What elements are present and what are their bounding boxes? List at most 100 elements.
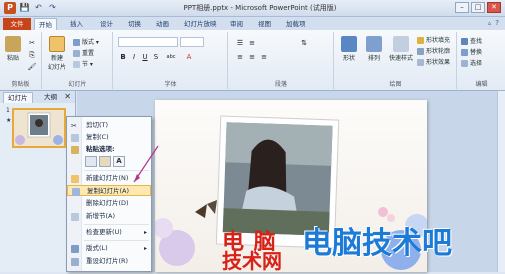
bullets-icon[interactable]: ☰ bbox=[235, 38, 245, 48]
shape-effects-button[interactable]: 形状效果 bbox=[417, 58, 450, 67]
tab-insert[interactable]: 插入 bbox=[66, 18, 87, 30]
paste-keep-theme-icon[interactable] bbox=[85, 156, 97, 167]
undo-icon[interactable]: ↶ bbox=[33, 2, 44, 13]
menu-separator bbox=[84, 224, 149, 225]
menu-item-duplicate-slide[interactable]: 复制幻灯片(A) bbox=[67, 185, 151, 196]
slide-number: 1 bbox=[6, 107, 10, 114]
arrange-icon bbox=[366, 36, 382, 52]
bold-button[interactable]: B bbox=[118, 52, 128, 62]
align-left-icon[interactable]: ≡ bbox=[235, 52, 245, 62]
menu-item-cut[interactable]: ✂ 剪切(T) bbox=[67, 120, 151, 131]
menu-item-copy[interactable]: 复制(C) bbox=[67, 132, 151, 143]
new-slide-label: 新建 幻灯片 bbox=[47, 55, 66, 71]
font-size-input[interactable] bbox=[180, 37, 204, 47]
submenu-arrow-icon: ▸ bbox=[143, 245, 147, 252]
minimize-ribbon-icon[interactable]: ▵ bbox=[488, 19, 492, 27]
vertical-scrollbar[interactable] bbox=[497, 91, 505, 272]
select-label: 选择 bbox=[470, 60, 483, 67]
menu-item-reset-slide[interactable]: 重设幻灯片(R) bbox=[67, 256, 151, 267]
underline-button[interactable]: U bbox=[140, 52, 150, 62]
tab-review[interactable]: 审阅 bbox=[226, 18, 247, 30]
paste-text-only-icon[interactable]: A bbox=[113, 156, 125, 167]
submenu-arrow-icon: ▸ bbox=[143, 229, 147, 236]
shape-effects-icon bbox=[417, 59, 424, 66]
paste-icon bbox=[5, 36, 21, 52]
layout-icon bbox=[73, 39, 80, 46]
menu-item-layout[interactable]: 版式(L) ▸ bbox=[67, 243, 151, 254]
shapes-button[interactable]: 形状 bbox=[338, 36, 360, 62]
tab-home[interactable]: 开始 bbox=[34, 18, 57, 30]
shadow-button[interactable]: S bbox=[151, 52, 161, 62]
quick-access-toolbar: P 💾 ↶ ↷ bbox=[4, 2, 58, 14]
reset-slide-icon bbox=[71, 258, 79, 266]
clipboard-group-label: 剪贴板 bbox=[11, 81, 30, 88]
section-button[interactable]: 节 ▾ bbox=[73, 60, 93, 69]
new-slide-button[interactable]: 新建 幻灯片 bbox=[45, 36, 69, 71]
clipboard-group: 粘贴 ✂ ⎘ 🖌 剪贴板 bbox=[0, 32, 42, 89]
close-button[interactable]: ✕ bbox=[487, 2, 501, 13]
shape-outline-label: 形状轮廓 bbox=[426, 48, 451, 55]
tab-file[interactable]: 文件 bbox=[3, 18, 31, 30]
animation-star-icon: ★ bbox=[6, 117, 12, 124]
menu-item-cut-label: 剪切(T) bbox=[86, 121, 109, 129]
tab-view[interactable]: 视图 bbox=[254, 18, 275, 30]
ribbon-controls: ▵ ? bbox=[488, 19, 499, 27]
menu-item-delete-slide[interactable]: 删除幻灯片(D) bbox=[67, 198, 151, 209]
tab-slides[interactable]: 幻灯片 bbox=[3, 92, 33, 103]
layout-button[interactable]: 版式 ▾ bbox=[73, 38, 99, 47]
drawing-group: 形状 排列 快速样式 形状填充 形状轮廓 形状效果 绘图 bbox=[335, 32, 457, 89]
minimize-button[interactable]: – bbox=[455, 2, 469, 13]
font-color-button[interactable]: A bbox=[184, 52, 194, 62]
align-right-icon[interactable]: ≡ bbox=[259, 52, 269, 62]
menu-item-new-section[interactable]: 新增节(A) bbox=[67, 211, 151, 222]
arrange-label: 排列 bbox=[367, 55, 380, 62]
reset-button[interactable]: 重置 bbox=[73, 49, 94, 58]
paste-keep-source-icon[interactable] bbox=[99, 156, 111, 167]
strikethrough-button[interactable]: abc bbox=[164, 52, 178, 62]
tab-slideshow[interactable]: 幻灯片放映 bbox=[180, 18, 221, 30]
new-slide-icon bbox=[49, 36, 65, 52]
font-group-label: 字体 bbox=[164, 81, 177, 88]
paste-button[interactable]: 粘贴 bbox=[2, 36, 24, 62]
italic-button[interactable]: I bbox=[129, 52, 139, 62]
replace-label: 替换 bbox=[470, 49, 483, 56]
replace-button[interactable]: 替换 bbox=[461, 48, 482, 57]
redo-icon[interactable]: ↷ bbox=[47, 2, 58, 13]
find-button[interactable]: 查找 bbox=[461, 37, 482, 46]
font-group: B I U S abc A 字体 bbox=[114, 32, 228, 89]
tab-design[interactable]: 设计 bbox=[96, 18, 117, 30]
help-icon[interactable]: ? bbox=[495, 19, 499, 27]
slide-thumbnail[interactable] bbox=[12, 108, 66, 148]
menu-item-new-slide-label: 新建幻灯片(N) bbox=[86, 174, 129, 182]
text-direction-icon[interactable]: ⇅ bbox=[299, 38, 309, 48]
tab-outline[interactable]: 大纲 bbox=[40, 92, 61, 103]
menu-separator bbox=[84, 240, 149, 241]
context-menu: ✂ 剪切(T) 复制(C) 粘贴选项: A 新建幻灯片(N) 复制幻灯片(A) 删… bbox=[66, 116, 152, 272]
copy-icon[interactable]: ⎘ bbox=[27, 50, 37, 60]
layout-label: 版式 bbox=[82, 39, 95, 46]
select-button[interactable]: 选择 bbox=[461, 59, 482, 68]
quick-styles-button[interactable]: 快速样式 bbox=[388, 36, 414, 62]
menu-item-reset-slide-label: 重设幻灯片(R) bbox=[86, 257, 129, 265]
font-name-input[interactable] bbox=[118, 37, 178, 47]
menu-item-duplicate-slide-label: 复制幻灯片(A) bbox=[87, 187, 130, 195]
quick-styles-icon bbox=[393, 36, 409, 52]
shape-fill-button[interactable]: 形状填充 bbox=[417, 36, 450, 45]
tab-addins[interactable]: 加载项 bbox=[282, 18, 310, 30]
shape-outline-button[interactable]: 形状轮廓 bbox=[417, 47, 450, 56]
align-center-icon[interactable]: ≡ bbox=[247, 52, 257, 62]
close-pane-icon[interactable]: ✕ bbox=[64, 92, 71, 101]
maximize-button[interactable]: □ bbox=[471, 2, 485, 13]
tab-animations[interactable]: 动画 bbox=[152, 18, 173, 30]
section-icon bbox=[73, 61, 80, 68]
tab-transitions[interactable]: 切换 bbox=[124, 18, 145, 30]
save-icon[interactable]: 💾 bbox=[19, 2, 30, 13]
arrange-button[interactable]: 排列 bbox=[363, 36, 385, 62]
cut-icon[interactable]: ✂ bbox=[27, 38, 37, 48]
menu-item-publish-slides[interactable]: 检查更新(U) ▸ bbox=[67, 227, 151, 238]
numbering-icon[interactable]: ≡ bbox=[247, 38, 257, 48]
format-painter-icon[interactable]: 🖌 bbox=[27, 62, 37, 72]
menu-item-new-slide[interactable]: 新建幻灯片(N) bbox=[67, 173, 151, 184]
section-label: 节 bbox=[82, 61, 89, 68]
thumbnail-image bbox=[14, 110, 64, 146]
